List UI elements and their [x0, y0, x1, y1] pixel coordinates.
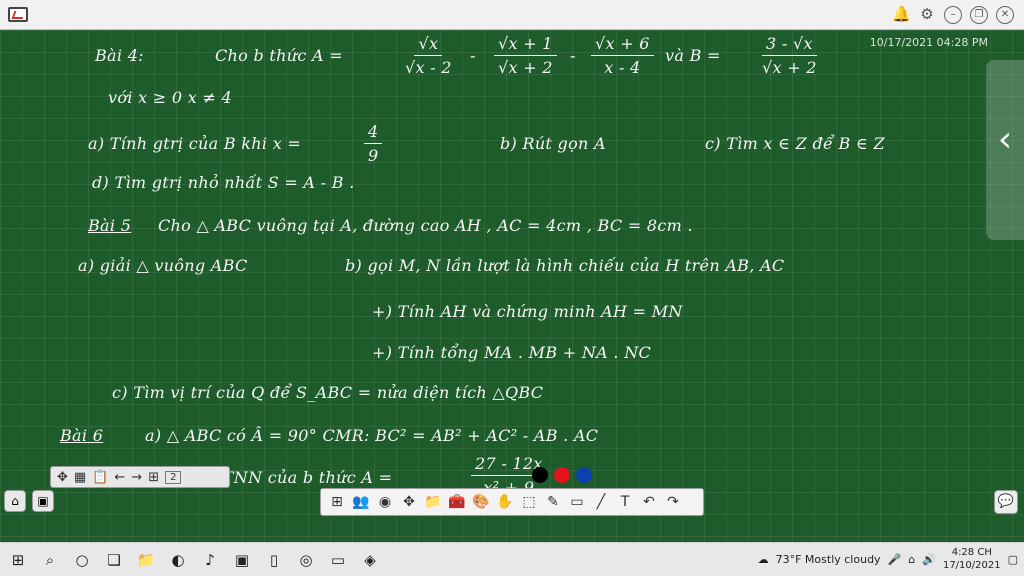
- problem-5-part-b: b) gọi M, N lần lượt là hình chiếu của H…: [345, 256, 785, 275]
- problem-4-label: Bài 4:: [95, 46, 144, 65]
- line-icon[interactable]: ╱: [591, 492, 611, 512]
- start-menu-icon[interactable]: ⊞: [6, 548, 30, 572]
- clock-date: 17/10/2021: [942, 560, 1001, 571]
- search-icon[interactable]: ⌕: [38, 548, 62, 572]
- minus-sign-2: -: [570, 46, 576, 65]
- move-tool-icon[interactable]: ✥: [399, 492, 419, 512]
- minus-sign-1: -: [470, 46, 476, 65]
- problem-5-subpart-1: +) Tính AH và chứng minh AH = MN: [372, 302, 683, 321]
- problem-5-part-a: a) giải △ vuông ABC: [78, 256, 248, 275]
- weather-text[interactable]: 73°F Mostly cloudy: [776, 553, 881, 566]
- fraction-5: 49: [358, 122, 388, 165]
- video-call-icon[interactable]: ▭: [326, 548, 350, 572]
- folder-icon[interactable]: 📁: [423, 492, 443, 512]
- cortana-icon[interactable]: ○: [70, 548, 94, 572]
- marker-icon[interactable]: ✎: [543, 492, 563, 512]
- taskbar-clock[interactable]: 4:28 CH 17/10/2021: [943, 546, 1001, 572]
- clock-time: 4:28 CH: [951, 547, 992, 558]
- chat-icon[interactable]: 💬: [994, 490, 1018, 514]
- part-b-question: b) Rút gọn A: [500, 134, 606, 153]
- problem-6-label: Bài 6: [60, 426, 104, 445]
- task-view-icon[interactable]: ❏: [102, 548, 126, 572]
- chrome-icon[interactable]: ◎: [294, 548, 318, 572]
- fraction-2: √x + 1 √x + 2: [488, 34, 563, 77]
- problem-5-label: Bài 5: [88, 216, 132, 235]
- pen-color-black[interactable]: [532, 467, 548, 483]
- expression-b-intro: và B =: [665, 46, 721, 65]
- select-icon[interactable]: ⬚: [519, 492, 539, 512]
- problem-5-part-c: c) Tìm vị trí của Q để S_ABC = nửa diện …: [112, 383, 544, 402]
- page-thumbnail-icon[interactable]: ▦: [74, 470, 86, 485]
- expression-a-intro: Cho b thức A =: [215, 46, 343, 65]
- pen-color-blue[interactable]: [576, 467, 592, 483]
- home-icon[interactable]: ⌂: [4, 490, 26, 512]
- app-logo-icon: [8, 7, 28, 22]
- domain-condition: với x ≥ 0 x ≠ 4: [108, 88, 233, 107]
- board-timestamp: 10/17/2021 04:28 PM: [869, 36, 988, 49]
- fraction-1: √x √x - 2: [405, 34, 452, 77]
- fraction-3: √x + 6x - 4: [585, 34, 660, 77]
- page-nav-toolbar: ✥ ▦ 📋 ← → ⊞ 2: [50, 466, 230, 488]
- camera-icon[interactable]: ◉: [375, 492, 395, 512]
- arrow-right-icon[interactable]: →: [131, 470, 142, 485]
- problem-6-part-a: a) △ ABC có Â = 90° CMR: BC² = AB² + AC²…: [145, 426, 599, 445]
- clipboard-icon[interactable]: 📋: [92, 470, 108, 485]
- redo-icon[interactable]: ↷: [663, 492, 683, 512]
- notifications-icon[interactable]: ▢: [1008, 553, 1018, 566]
- windows-taskbar: ⊞ ⌕ ○ ❏ 📁 ◐ ♪ ▣ ▯ ◎ ▭ ◈ ☁ 73°F Mostly cl…: [0, 542, 1024, 576]
- part-d-question: d) Tìm gtrị nhỏ nhất S = A - B .: [92, 173, 355, 192]
- network-icon[interactable]: ⌂: [908, 553, 915, 566]
- eraser-icon[interactable]: ▭: [567, 492, 587, 512]
- drawing-toolbar: ⊞ 👥 ◉ ✥ 📁 🧰 🎨 ✋ ⬚ ✎ ▭ ╱ T ↶ ↷: [320, 488, 704, 516]
- left-quick-actions: ⌂ ▣: [4, 490, 54, 512]
- people-icon[interactable]: 👥: [351, 492, 371, 512]
- toolbox-icon[interactable]: 🧰: [447, 492, 467, 512]
- fraction-4: 3 - √x √x + 2: [762, 34, 817, 77]
- whiteboard-app-icon[interactable]: ▣: [230, 548, 254, 572]
- add-page-icon[interactable]: ⊞: [148, 470, 159, 485]
- arrow-left-icon[interactable]: ←: [114, 470, 125, 485]
- close-icon[interactable]: ✕: [996, 6, 1014, 24]
- tiktok-icon[interactable]: ♪: [198, 548, 222, 572]
- move-icon[interactable]: ✥: [57, 470, 68, 485]
- pen-color-red[interactable]: [554, 467, 570, 483]
- app-title-bar: 🔔 ⚙ – ❐ ✕: [0, 0, 1024, 30]
- volume-icon[interactable]: 🔊: [922, 553, 936, 566]
- part-c-question: c) Tìm x ∈ Z để B ∈ Z: [705, 134, 885, 153]
- page-count-badge[interactable]: 2: [165, 470, 182, 484]
- edge-browser-icon[interactable]: ◐: [166, 548, 190, 572]
- zalo-icon[interactable]: ◈: [358, 548, 382, 572]
- window-controls: 🔔 ⚙ – ❐ ✕: [892, 6, 1014, 24]
- palette-icon[interactable]: 🎨: [471, 492, 491, 512]
- hand-icon[interactable]: ✋: [495, 492, 515, 512]
- minimize-icon[interactable]: –: [944, 6, 962, 24]
- document-icon[interactable]: ▯: [262, 548, 286, 572]
- part-a-question: a) Tính gtrị của B khi x =: [88, 134, 302, 153]
- gear-icon[interactable]: ⚙: [918, 6, 936, 24]
- screen-icon[interactable]: ▣: [32, 490, 54, 512]
- windows-logo-icon[interactable]: ⊞: [327, 492, 347, 512]
- undo-icon[interactable]: ↶: [639, 492, 659, 512]
- weather-icon[interactable]: ☁: [758, 553, 769, 566]
- text-icon[interactable]: T: [615, 492, 635, 512]
- mic-icon[interactable]: 🎤: [888, 553, 902, 566]
- problem-5-statement: Cho △ ABC vuông tại A, đường cao AH , AC…: [158, 216, 693, 235]
- side-panel-toggle[interactable]: ‹: [986, 60, 1024, 240]
- restore-icon[interactable]: ❐: [970, 6, 988, 24]
- bell-icon[interactable]: 🔔: [892, 6, 911, 24]
- file-explorer-icon[interactable]: 📁: [134, 548, 158, 572]
- problem-5-subpart-2: +) Tính tổng MA . MB + NA . NC: [372, 343, 652, 362]
